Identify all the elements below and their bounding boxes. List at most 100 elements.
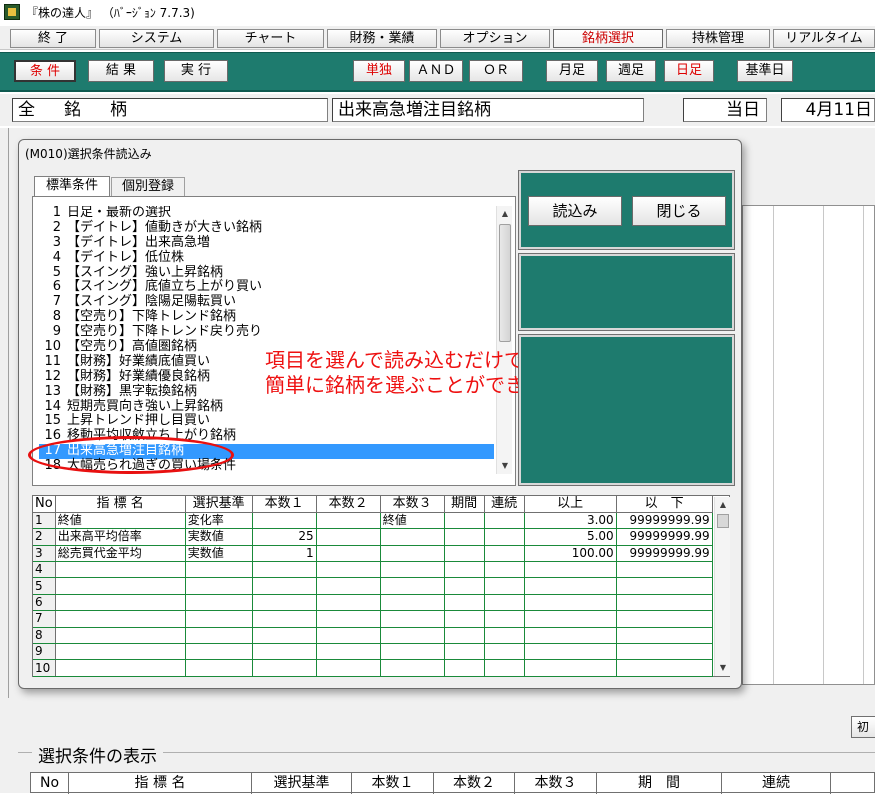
grid-cell-cont[interactable]	[484, 643, 525, 661]
grid-cell-basis[interactable]: 変化率	[185, 512, 253, 530]
table-row[interactable]: 5	[33, 577, 713, 595]
grid-cell-n3[interactable]	[380, 610, 445, 628]
menu-chart[interactable]: チャート	[217, 29, 324, 48]
grid-cell-min[interactable]: 3.00	[524, 512, 617, 530]
grid-cell-basis[interactable]	[185, 643, 253, 661]
grid-cell-n3[interactable]	[380, 627, 445, 645]
grid-cell-min[interactable]	[524, 561, 617, 579]
grid-cell-name[interactable]	[55, 659, 186, 677]
grid-cell-n1[interactable]	[252, 561, 317, 579]
table-row[interactable]: 9	[33, 643, 713, 661]
condition-list-scrollbar[interactable]: ▲ ▼	[496, 206, 512, 474]
grid-cell-min[interactable]: 5.00	[524, 528, 617, 546]
grid-cell-n3[interactable]	[380, 643, 445, 661]
menu-realtime[interactable]: リアルタイム	[773, 29, 875, 48]
grid-cell-min[interactable]	[524, 659, 617, 677]
grid-cell-n1[interactable]	[252, 577, 317, 595]
grid-cell-n2[interactable]	[316, 594, 381, 612]
grid-cell-n2[interactable]	[316, 512, 381, 530]
grid-cell-cont[interactable]	[484, 577, 525, 595]
grid-cell-name[interactable]	[55, 610, 186, 628]
grid-cell-n1[interactable]: 1	[252, 545, 317, 563]
close-button[interactable]: 閉じる	[632, 196, 726, 226]
init-button[interactable]: 初	[851, 716, 875, 738]
result-button[interactable]: 結 果	[88, 60, 154, 82]
grid-cell-period[interactable]	[444, 627, 485, 645]
grid-cell-name[interactable]: 総売買代金平均	[55, 545, 186, 563]
grid-cell-n1[interactable]: 25	[252, 528, 317, 546]
menu-stock-selection[interactable]: 銘柄選択	[553, 29, 663, 48]
grid-cell-min[interactable]	[524, 577, 617, 595]
table-row[interactable]: 8	[33, 627, 713, 645]
grid-cell-n2[interactable]	[316, 528, 381, 546]
grid-scroll-thumb[interactable]	[717, 514, 729, 528]
grid-cell-name[interactable]	[55, 561, 186, 579]
table-row[interactable]: 6	[33, 594, 713, 612]
grid-cell-n1[interactable]	[252, 512, 317, 530]
grid-cell-cont[interactable]	[484, 561, 525, 579]
list-item[interactable]: 2 【デイトレ】値動きが大きい銘柄	[39, 220, 494, 236]
list-item[interactable]: 6 【スイング】底値立ち上がり買い	[39, 280, 494, 295]
scroll-up-arrow-icon[interactable]: ▲	[715, 497, 731, 513]
grid-cell-max[interactable]	[616, 627, 713, 645]
grid-cell-max[interactable]	[616, 610, 713, 628]
grid-cell-min[interactable]	[524, 643, 617, 661]
grid-cell-min[interactable]	[524, 594, 617, 612]
grid-cell-basis[interactable]: 実数値	[185, 545, 253, 563]
menu-system[interactable]: システム	[99, 29, 214, 48]
execute-button[interactable]: 実 行	[164, 60, 228, 82]
or-button[interactable]: ＯＲ	[469, 60, 523, 82]
grid-cell-basis[interactable]	[185, 659, 253, 677]
grid-cell-period[interactable]	[444, 545, 485, 563]
and-button[interactable]: ＡＮＤ	[409, 60, 463, 82]
grid-cell-period[interactable]	[444, 610, 485, 628]
grid-cell-n1[interactable]	[252, 643, 317, 661]
monthly-button[interactable]: 月足	[546, 60, 598, 82]
grid-cell-period[interactable]	[444, 512, 485, 530]
grid-cell-cont[interactable]	[484, 528, 525, 546]
grid-cell-name[interactable]	[55, 577, 186, 595]
table-row[interactable]: 2 出来高平均倍率 実数値 25 5.00 99999999.99	[33, 528, 713, 546]
grid-cell-name[interactable]: 出来高平均倍率	[55, 528, 186, 546]
grid-cell-n2[interactable]	[316, 545, 381, 563]
grid-cell-min[interactable]	[524, 610, 617, 628]
single-button[interactable]: 単独	[353, 60, 405, 82]
grid-cell-basis[interactable]	[185, 577, 253, 595]
grid-cell-min[interactable]: 100.00	[524, 545, 617, 563]
grid-cell-max[interactable]: 99999999.99	[616, 512, 713, 530]
grid-cell-n1[interactable]	[252, 627, 317, 645]
grid-cell-n3[interactable]	[380, 659, 445, 677]
grid-cell-n3[interactable]: 終値	[380, 512, 445, 530]
grid-cell-max[interactable]	[616, 577, 713, 595]
weekly-button[interactable]: 週足	[606, 60, 656, 82]
grid-cell-basis[interactable]	[185, 627, 253, 645]
menu-holdings[interactable]: 持株管理	[666, 29, 770, 48]
table-row[interactable]: 1 終値 変化率 終値 3.00 99999999.99	[33, 512, 713, 530]
grid-cell-n1[interactable]	[252, 610, 317, 628]
grid-cell-period[interactable]	[444, 594, 485, 612]
grid-cell-basis[interactable]: 実数値	[185, 528, 253, 546]
grid-cell-n1[interactable]	[252, 594, 317, 612]
menu-exit[interactable]: 終 了	[10, 29, 96, 48]
grid-cell-max[interactable]: 99999999.99	[616, 545, 713, 563]
list-item[interactable]: 1 日足・最新の選択	[39, 206, 494, 221]
list-item[interactable]: 3 【デイトレ】出来高急増	[39, 235, 494, 251]
grid-cell-n2[interactable]	[316, 577, 381, 595]
condition-list[interactable]: 1 日足・最新の選択 2 【デイトレ】値動きが大きい銘柄 3 【デイトレ】出来高急増 4 【デ…	[39, 206, 494, 474]
list-item[interactable]: 9 【空売り】下降トレンド戻り売り	[39, 324, 494, 340]
table-row[interactable]: 3 総売買代金平均 実数値 1 100.00 99999999.99	[33, 545, 713, 563]
list-item[interactable]: 4 【デイトレ】低位株	[39, 250, 494, 266]
grid-cell-max[interactable]	[616, 561, 713, 579]
grid-cell-n3[interactable]	[380, 528, 445, 546]
grid-cell-min[interactable]	[524, 627, 617, 645]
grid-cell-period[interactable]	[444, 643, 485, 661]
load-button[interactable]: 読込み	[528, 196, 622, 226]
list-item[interactable]: 14 短期売買向き強い上昇銘柄	[39, 399, 494, 415]
list-item[interactable]: 8 【空売り】下降トレンド銘柄	[39, 309, 494, 325]
grid-cell-period[interactable]	[444, 577, 485, 595]
grid-cell-max[interactable]	[616, 659, 713, 677]
table-row[interactable]: 10	[33, 659, 713, 677]
table-row[interactable]: 4	[33, 561, 713, 579]
grid-cell-cont[interactable]	[484, 594, 525, 612]
list-item[interactable]: 7 【スイング】陰陽足陽転買い	[39, 294, 494, 310]
